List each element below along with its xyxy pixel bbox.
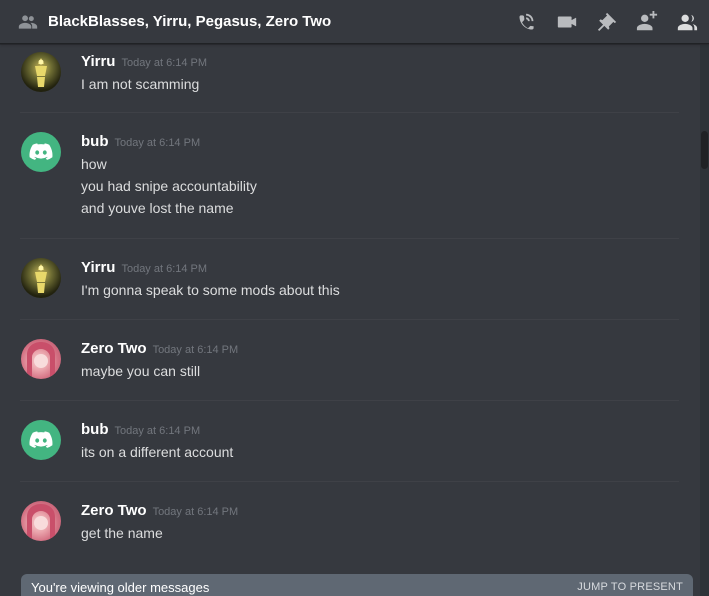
older-messages-text: You're viewing older messages [31,579,210,595]
avatar[interactable] [21,501,61,541]
pin-icon[interactable] [595,10,619,34]
message-timestamp: Today at 6:14 PM [114,137,201,149]
message-timestamp: Today at 6:14 PM [121,57,208,69]
message-list[interactable]: Yirru Today at 6:14 PM I am not scamming … [0,45,700,596]
header-toolbar [499,0,699,44]
channel-title: BlackBlasses, Yirru, Pegasus, Zero Two [48,13,332,30]
discord-logo-icon [29,431,53,448]
group-dm-icon [17,11,39,33]
avatar[interactable] [21,339,61,379]
avatar[interactable] [21,52,61,92]
call-icon[interactable] [515,10,539,34]
discord-logo-icon [29,143,53,160]
message-text: you had snipe accountability [81,178,257,194]
message-divider [20,238,679,239]
message-text: get the name [81,525,163,541]
message-scrollbar[interactable] [700,45,709,596]
message-author[interactable]: Zero Two Today at 6:14 PM [81,502,238,519]
jump-to-present-button[interactable]: JUMP TO PRESENT [577,581,683,593]
message-divider [20,112,679,113]
message-text: its on a different account [81,444,234,460]
message-timestamp: Today at 6:14 PM [121,263,208,275]
message-divider [20,319,679,320]
avatar[interactable] [21,420,61,460]
message-divider [20,481,679,482]
message-divider [20,400,679,401]
add-friend-icon[interactable] [635,10,659,34]
channel-header: BlackBlasses, Yirru, Pegasus, Zero Two [0,0,709,44]
message-timestamp: Today at 6:14 PM [152,344,239,356]
message-timestamp: Today at 6:14 PM [114,425,201,437]
message-author[interactable]: Zero Two Today at 6:14 PM [81,340,238,357]
message-text: how [81,156,107,172]
message-author[interactable]: bub Today at 6:14 PM [81,421,200,438]
member-list-icon[interactable] [675,10,699,34]
avatar[interactable] [21,132,61,172]
scrollbar-thumb[interactable] [701,131,708,169]
older-messages-bar: You're viewing older messages JUMP TO PR… [21,574,693,596]
message-text: maybe you can still [81,363,201,379]
message-author[interactable]: bub Today at 6:14 PM [81,133,200,150]
message-author[interactable]: Yirru Today at 6:14 PM [81,53,207,70]
avatar[interactable] [21,258,61,298]
message-text: and youve lost the name [81,200,234,216]
message-timestamp: Today at 6:14 PM [152,506,239,518]
video-call-icon[interactable] [555,10,579,34]
message-author[interactable]: Yirru Today at 6:14 PM [81,259,207,276]
message-text: I am not scamming [81,76,200,92]
message-text: I'm gonna speak to some mods about this [81,282,340,298]
